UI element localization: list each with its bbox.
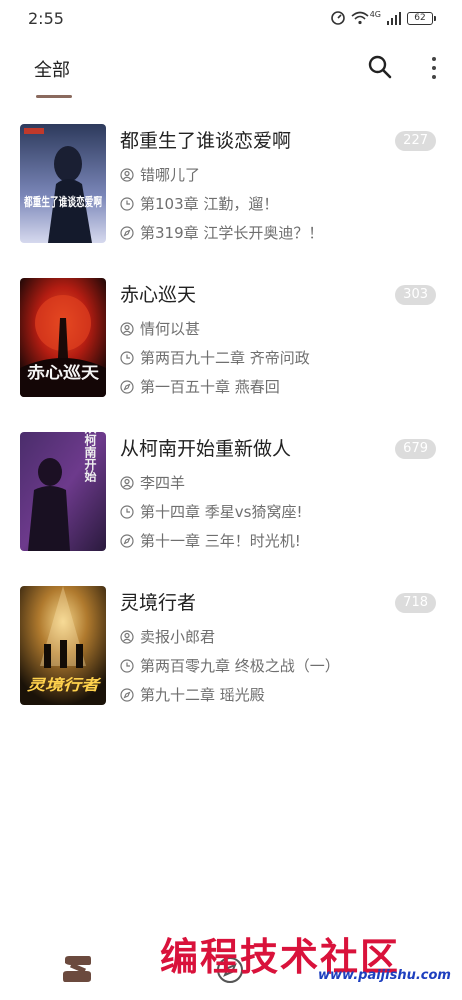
book-author-row: 情何以甚: [120, 318, 200, 339]
status-icons: 4G 62: [330, 10, 436, 26]
read-chapter-row: 第十一章 三年！时光机!: [120, 530, 301, 551]
battery-icon: 62: [407, 11, 436, 25]
book-cover[interactable]: 灵境行者: [20, 586, 106, 705]
cover-text: 都重生了谁谈恋爱啊: [23, 194, 102, 209]
signal-icon: [387, 12, 401, 25]
book-author-row: 卖报小郎君: [120, 626, 215, 647]
more-options-button[interactable]: [424, 54, 444, 82]
latest-chapter-row: 第103章 江勤，遛！: [120, 193, 278, 214]
read-chapter: 第319章 江学长开奥迪？！: [140, 224, 324, 242]
search-button[interactable]: [367, 54, 393, 80]
compass-icon: [120, 379, 134, 394]
tab-indicator: [36, 95, 72, 98]
book-item[interactable]: 灵境行者 灵境行者 718 卖报小郎君 第两百零九章 终极之战（一） 第九十二章…: [0, 586, 462, 706]
read-chapter-row: 第319章 江学长开奥迪？！: [120, 222, 323, 243]
watermark: 编程技术社区 www.paijishu.com: [160, 926, 460, 983]
book-author: 错哪儿了: [140, 166, 201, 184]
latest-chapter-row: 第十四章 季星vs猗窝座!: [120, 501, 302, 522]
bookshelf-tab[interactable]: [61, 954, 93, 984]
book-item[interactable]: 赤心巡天 赤心巡天 303 情何以甚 第两百九十二章 齐帝问政 第一百五十章 燕…: [0, 278, 462, 398]
author-icon: [120, 321, 134, 336]
unread-badge: 718: [395, 593, 436, 613]
bottom-nav: 编程技术社区 www.paijishu.com: [0, 934, 462, 1000]
clock-icon: [120, 350, 134, 365]
book-title: 从柯南开始重新做人: [120, 438, 292, 460]
latest-chapter: 第两百零九章 终极之战（一）: [140, 657, 340, 675]
book-author: 李四羊: [140, 474, 186, 492]
watermark-url: www.paijishu.com: [318, 968, 451, 983]
more-vertical-icon: [432, 57, 436, 61]
wifi-icon: [351, 11, 369, 25]
read-chapter: 第九十二章 瑶光殿: [140, 686, 265, 704]
status-bar: 2:55 4G 62: [0, 0, 462, 36]
clock-icon: [120, 196, 134, 211]
author-icon: [120, 629, 134, 644]
unread-badge: 303: [395, 285, 436, 305]
compass-icon: [120, 687, 134, 702]
read-chapter: 第十一章 三年！时光机!: [140, 532, 301, 550]
read-chapter-row: 第九十二章 瑶光殿: [120, 684, 265, 705]
cover-text: 灵境行者: [26, 676, 102, 694]
read-chapter: 第一百五十章 燕春回: [140, 378, 280, 396]
book-author-row: 李四羊: [120, 472, 185, 493]
author-icon: [120, 167, 134, 182]
latest-chapter: 第十四章 季星vs猗窝座!: [140, 503, 303, 521]
cover-text: 从柯南开始: [83, 432, 97, 483]
book-title: 都重生了谁谈恋爱啊: [120, 130, 292, 152]
data-saver-icon: [330, 11, 345, 25]
search-icon: [368, 55, 392, 79]
book-title: 赤心巡天: [120, 284, 197, 306]
book-title: 灵境行者: [120, 592, 197, 614]
clock-icon: [120, 504, 134, 519]
read-chapter-row: 第一百五十章 燕春回: [120, 376, 280, 397]
cover-text: 赤心巡天: [27, 363, 100, 382]
author-icon: [120, 475, 134, 490]
book-author: 情何以甚: [140, 320, 201, 338]
latest-chapter: 第两百九十二章 齐帝问政: [140, 349, 310, 367]
book-cover[interactable]: 从柯南开始: [20, 432, 106, 551]
book-cover[interactable]: 都重生了谁谈恋爱啊: [20, 124, 106, 243]
header: 全部: [0, 44, 462, 100]
book-item[interactable]: 从柯南开始 从柯南开始重新做人 679 李四羊 第十四章 季星vs猗窝座! 第十…: [0, 432, 462, 552]
tab-all[interactable]: 全部: [34, 56, 70, 82]
unread-badge: 227: [395, 131, 436, 151]
bookshelf-icon: [63, 956, 91, 982]
latest-chapter-row: 第两百零九章 终极之战（一）: [120, 655, 340, 676]
clock-icon: [120, 658, 134, 673]
latest-chapter: 第103章 江勤，遛！: [140, 195, 279, 213]
book-item[interactable]: 都重生了谁谈恋爱啊 都重生了谁谈恋爱啊 227 错哪儿了 第103章 江勤，遛！…: [0, 124, 462, 244]
book-author: 卖报小郎君: [140, 628, 216, 646]
book-author-row: 错哪儿了: [120, 164, 200, 185]
latest-chapter-row: 第两百九十二章 齐帝问政: [120, 347, 310, 368]
status-time: 2:55: [28, 8, 64, 28]
unread-badge: 679: [395, 439, 436, 459]
compass-icon: [120, 225, 134, 240]
battery-level: 62: [407, 11, 433, 25]
network-type-label: 4G: [369, 9, 381, 19]
book-cover[interactable]: 赤心巡天: [20, 278, 106, 397]
compass-icon: [120, 533, 134, 548]
